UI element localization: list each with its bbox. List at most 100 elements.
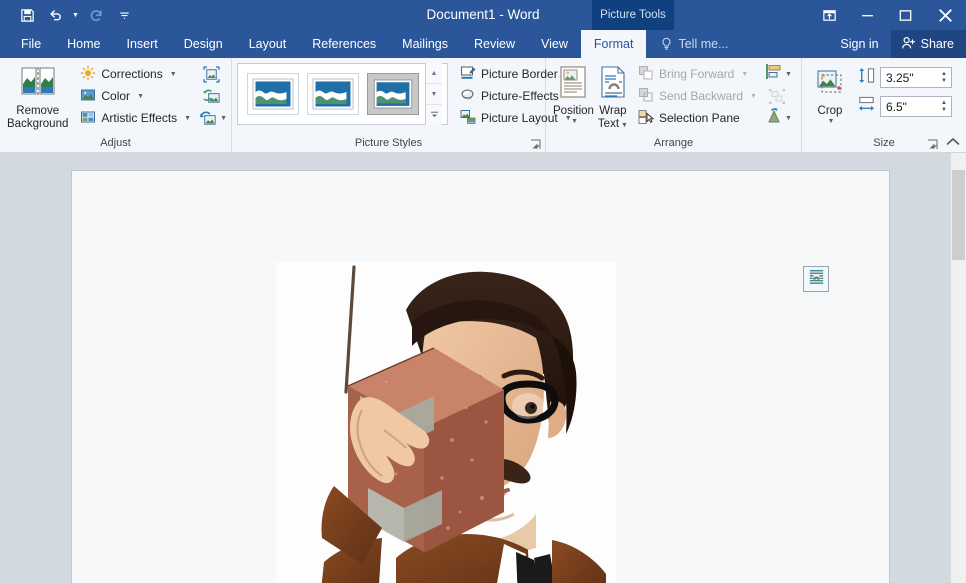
gallery-more-button[interactable] bbox=[426, 105, 442, 125]
reset-picture-caret-icon[interactable]: ▼ bbox=[220, 115, 227, 122]
corrections-sun-icon bbox=[80, 65, 96, 84]
size-dialog-launcher[interactable] bbox=[927, 139, 938, 150]
artistic-effects-caret-icon[interactable]: ▼ bbox=[184, 115, 191, 122]
tab-home[interactable]: Home bbox=[54, 30, 113, 58]
wrap-text-icon bbox=[599, 66, 627, 102]
share-person-icon bbox=[901, 36, 916, 53]
adjust-icon-column: ▼ bbox=[199, 63, 233, 129]
position-label: Position bbox=[553, 105, 594, 117]
redo-icon bbox=[83, 3, 109, 27]
shape-width-input[interactable]: ▲▼ bbox=[880, 96, 952, 117]
arrange-icon-column: ▼ ▼ bbox=[765, 63, 799, 129]
shape-height-value[interactable] bbox=[881, 70, 937, 85]
compress-pictures-icon[interactable] bbox=[199, 63, 223, 85]
position-button[interactable]: Position ▼ bbox=[551, 63, 596, 128]
position-caret-icon[interactable]: ▼ bbox=[571, 118, 578, 125]
tab-review[interactable]: Review bbox=[461, 30, 528, 58]
color-caret-icon[interactable]: ▼ bbox=[137, 93, 144, 100]
wrap-text-label-line1: Wrap bbox=[599, 105, 627, 117]
color-button[interactable]: Color ▼ bbox=[76, 85, 195, 107]
wrap-text-caret-icon[interactable]: ▼ bbox=[621, 122, 628, 129]
share-button[interactable]: Share bbox=[890, 30, 966, 58]
artistic-effects-button[interactable]: Artistic Effects ▼ bbox=[76, 107, 195, 129]
remove-background-button[interactable]: Remove Background bbox=[5, 63, 70, 134]
gallery-scroll-up-button[interactable]: ▲ bbox=[426, 63, 442, 84]
collapse-ribbon-button[interactable] bbox=[944, 134, 962, 150]
crop-label: Crop bbox=[817, 105, 843, 117]
rotate-objects-caret-icon[interactable]: ▼ bbox=[785, 115, 792, 122]
inserted-picture[interactable] bbox=[276, 262, 616, 583]
ribbon-tab-strip: File Home Insert Design Layout Reference… bbox=[0, 30, 966, 58]
picture-layout-icon bbox=[460, 109, 476, 128]
layout-options-button[interactable] bbox=[803, 266, 829, 292]
corrections-button[interactable]: Corrections ▼ bbox=[76, 63, 195, 85]
close-icon[interactable] bbox=[924, 0, 966, 30]
tab-mailings[interactable]: Mailings bbox=[389, 30, 461, 58]
layout-options-icon bbox=[807, 267, 826, 291]
tab-design[interactable]: Design bbox=[171, 30, 236, 58]
tab-insert[interactable]: Insert bbox=[114, 30, 171, 58]
group-label-size-text: Size bbox=[873, 137, 895, 149]
word-application-window: ▼ Document1 - Word Picture Tools File Ho… bbox=[0, 0, 966, 583]
scroll-up-button[interactable] bbox=[952, 153, 965, 169]
selection-pane-icon bbox=[638, 109, 655, 128]
rotate-objects-button[interactable]: ▼ bbox=[765, 107, 799, 129]
undo-icon[interactable] bbox=[42, 3, 68, 27]
customize-qat-icon[interactable] bbox=[111, 3, 137, 27]
sign-in-button[interactable]: Sign in bbox=[828, 30, 890, 58]
align-objects-caret-icon[interactable]: ▼ bbox=[785, 71, 792, 78]
tab-references[interactable]: References bbox=[299, 30, 389, 58]
ribbon: Remove Background Corrections ▼ Color ▼ … bbox=[0, 58, 966, 153]
crop-icon bbox=[815, 68, 845, 102]
maximize-icon[interactable] bbox=[886, 0, 924, 30]
scroll-thumb[interactable] bbox=[952, 170, 965, 260]
style-thumb-1[interactable] bbox=[247, 73, 299, 115]
crop-caret-icon[interactable]: ▼ bbox=[828, 118, 835, 125]
shape-height-row: ▲▼ bbox=[857, 65, 952, 90]
picture-styles-gallery[interactable]: ▲ ▼ bbox=[237, 63, 448, 125]
undo-dropdown-caret-icon[interactable]: ▼ bbox=[70, 3, 81, 27]
corrections-caret-icon[interactable]: ▼ bbox=[170, 71, 177, 78]
style-thumb-2[interactable] bbox=[307, 73, 359, 115]
send-backward-caret-icon: ▼ bbox=[750, 92, 757, 100]
tab-view[interactable]: View bbox=[528, 30, 581, 58]
align-objects-button[interactable]: ▼ bbox=[765, 63, 799, 85]
selection-pane-button[interactable]: Selection Pane bbox=[634, 107, 761, 129]
remove-background-label-line1: Remove bbox=[16, 105, 60, 117]
minimize-icon[interactable] bbox=[848, 0, 886, 30]
contextual-tab-header: Picture Tools bbox=[592, 0, 674, 30]
save-icon[interactable] bbox=[14, 3, 40, 27]
color-label: Color bbox=[101, 89, 131, 103]
title-bar: ▼ Document1 - Word Picture Tools bbox=[0, 0, 966, 30]
ribbon-group-picture-styles: ▲ ▼ Picture Border ▼ bbox=[232, 58, 573, 152]
group-objects-icon bbox=[765, 85, 789, 107]
bring-forward-label: Bring Forward bbox=[658, 67, 735, 81]
corrections-label: Corrections bbox=[101, 67, 163, 81]
style-thumb-3[interactable] bbox=[367, 73, 419, 115]
shape-height-spinner[interactable]: ▲ ▼ bbox=[937, 68, 951, 87]
picture-styles-dialog-launcher[interactable] bbox=[530, 139, 541, 150]
shape-width-spinner[interactable]: ▲ ▼ bbox=[937, 97, 951, 116]
tell-me-search[interactable]: Tell me... bbox=[646, 30, 738, 58]
wrap-text-button[interactable]: Wrap Text ▼ bbox=[596, 63, 630, 134]
window-controls bbox=[810, 0, 966, 30]
share-label: Share bbox=[920, 37, 954, 51]
reset-picture-button[interactable]: ▼ bbox=[199, 107, 233, 129]
tab-format[interactable]: Format bbox=[580, 30, 647, 58]
tab-file[interactable]: File bbox=[8, 30, 54, 58]
vertical-scrollbar[interactable] bbox=[950, 153, 966, 583]
document-page[interactable] bbox=[72, 171, 889, 583]
gallery-scroll-down-button[interactable]: ▼ bbox=[426, 84, 442, 105]
ribbon-display-options-icon[interactable] bbox=[810, 0, 848, 30]
shape-width-value[interactable] bbox=[881, 99, 937, 114]
picture-styles-gallery-scrollbar: ▲ ▼ bbox=[425, 63, 442, 125]
picture-effects-icon bbox=[460, 87, 476, 106]
crop-button[interactable]: Crop ▼ bbox=[807, 65, 853, 128]
tab-layout[interactable]: Layout bbox=[236, 30, 300, 58]
document-canvas[interactable] bbox=[0, 153, 966, 583]
remove-background-icon bbox=[20, 66, 56, 102]
shape-height-input[interactable]: ▲▼ bbox=[880, 67, 952, 88]
change-picture-icon[interactable] bbox=[199, 85, 223, 107]
group-label-arrange: Arrange bbox=[653, 137, 694, 149]
group-label-size: Size bbox=[802, 136, 966, 152]
